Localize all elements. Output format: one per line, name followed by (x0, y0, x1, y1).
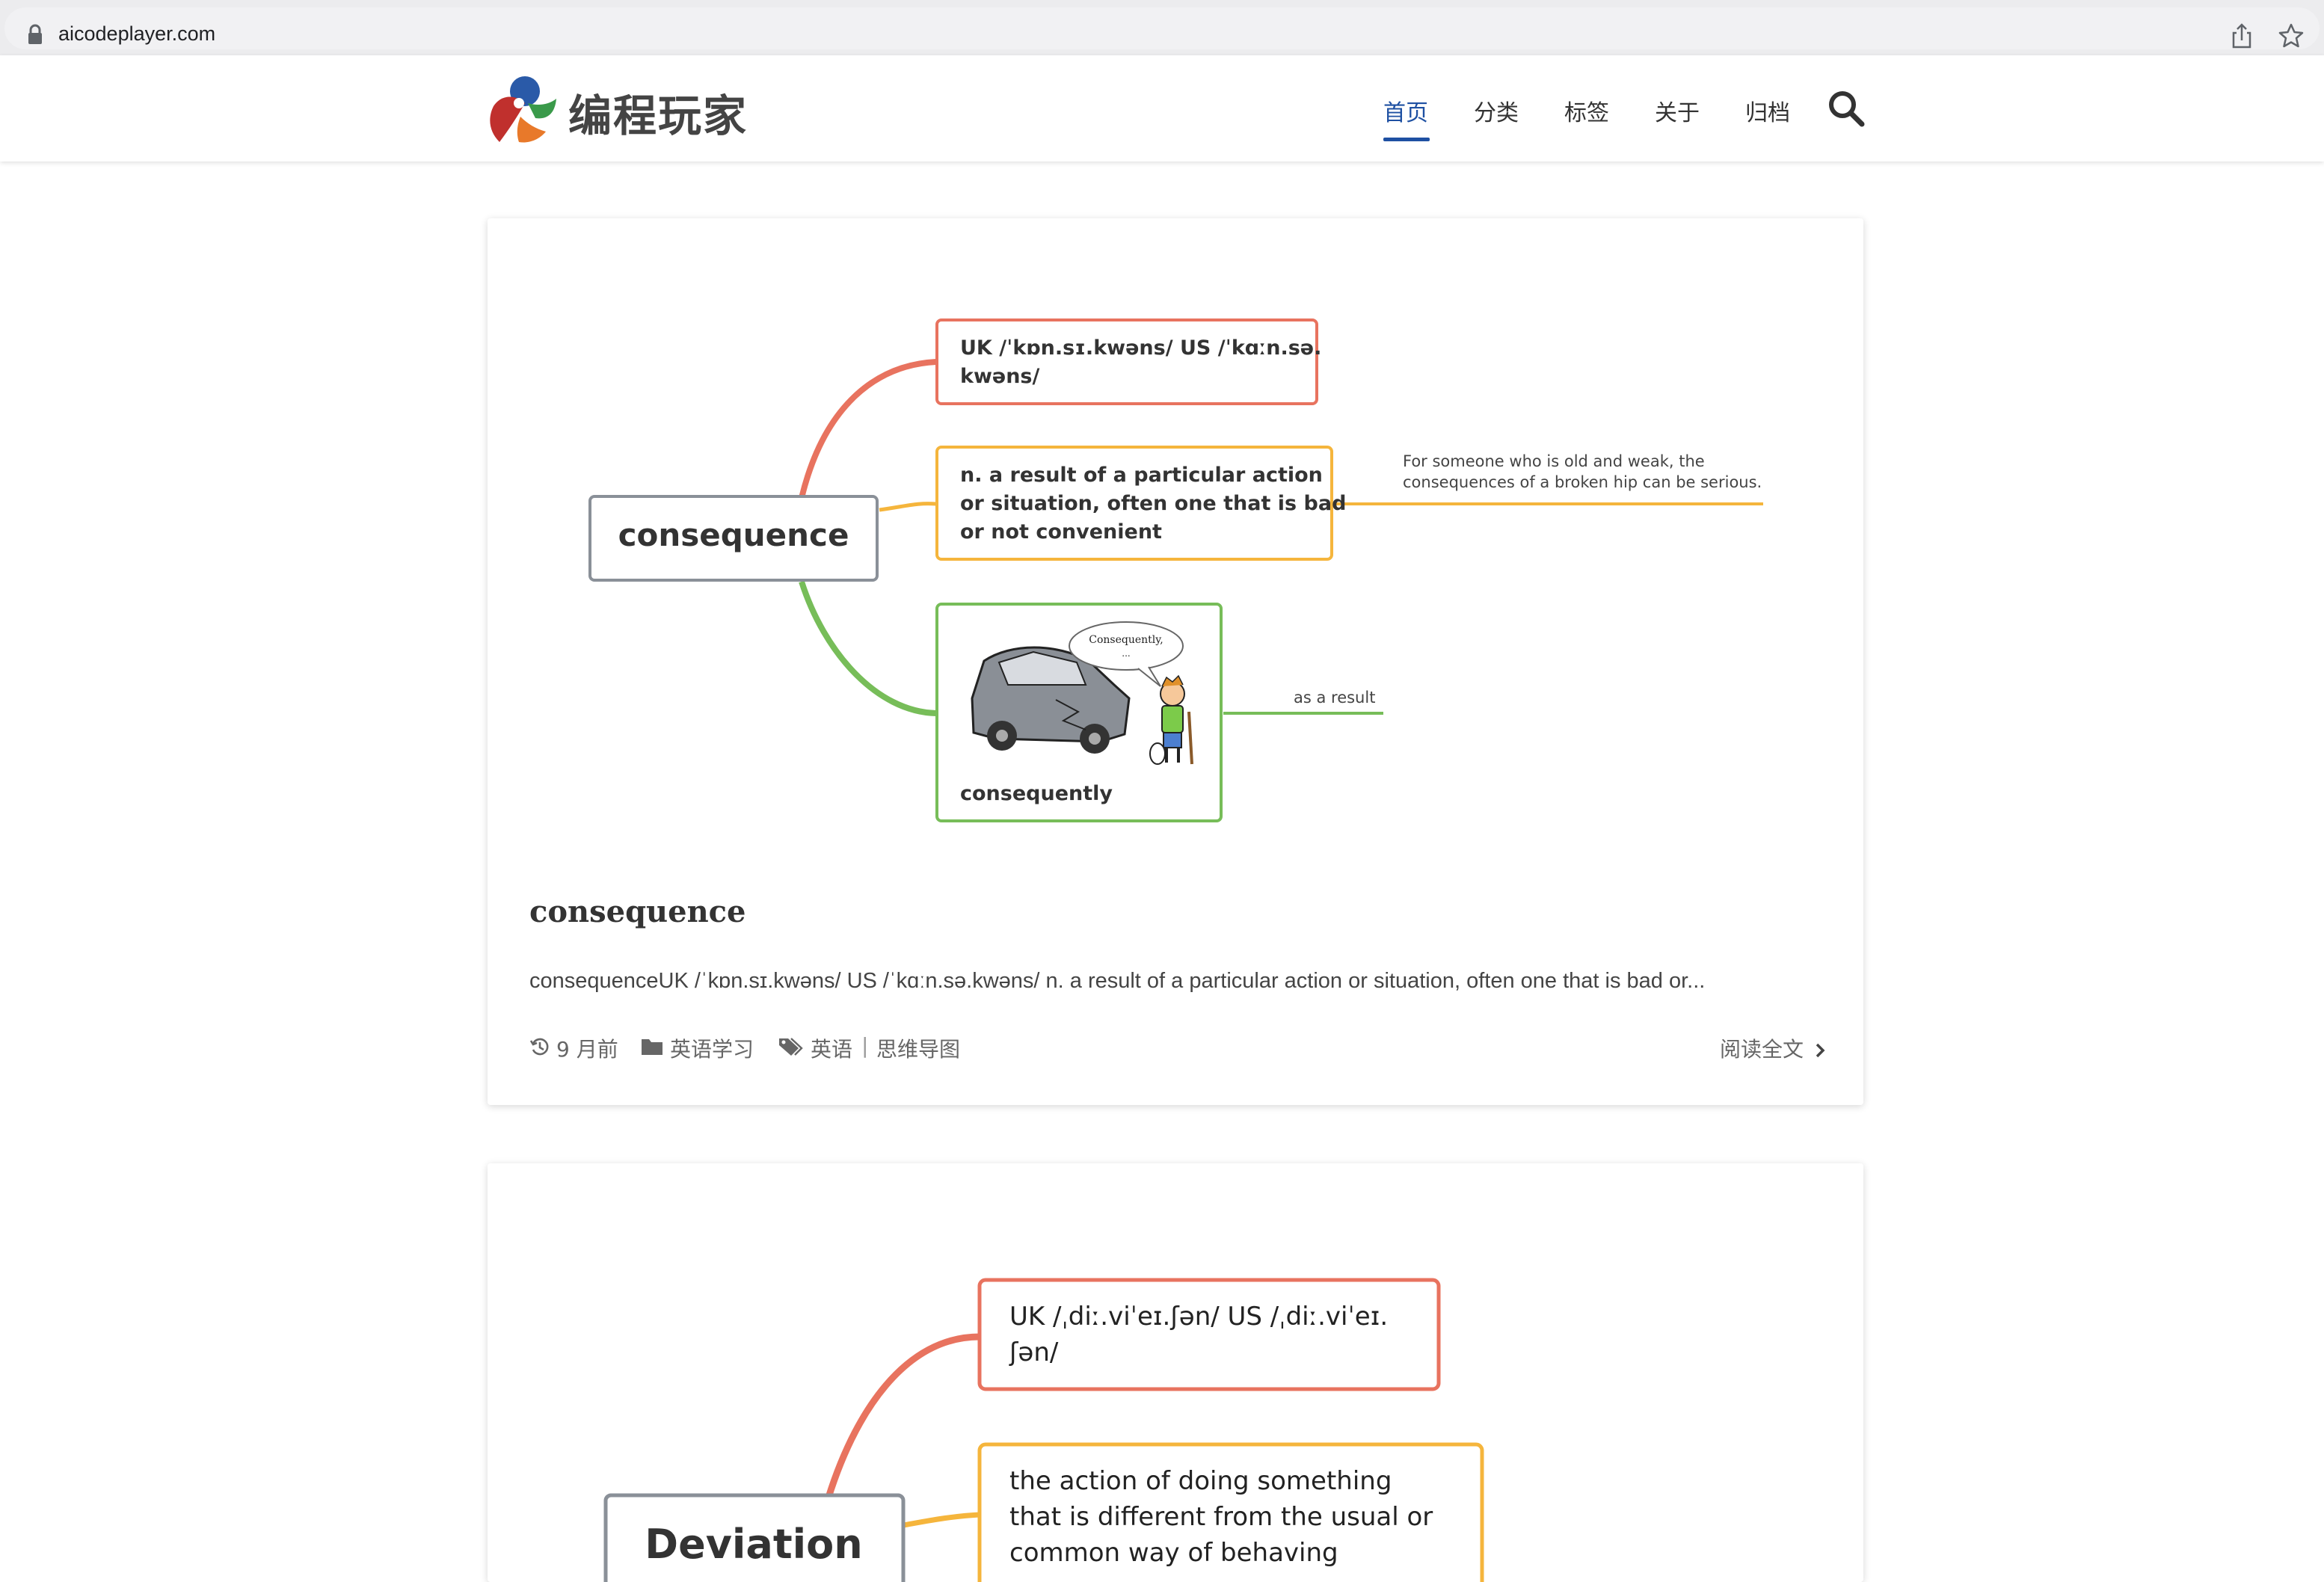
speech-bubble-dots: ... (1122, 648, 1130, 659)
read-more-link[interactable]: 阅读全文 (1720, 1033, 1825, 1063)
nav-about[interactable]: 关于 (1655, 94, 1700, 127)
definition-line3: common way of behaving (1009, 1538, 1338, 1568)
branch-pronunciation (822, 1333, 980, 1509)
branch-pronunciation (799, 359, 937, 499)
definition-line2: or situation, often one that is bad (960, 492, 1346, 515)
tags-icon (779, 1038, 803, 1056)
post-tag-english[interactable]: 英语 (811, 1033, 852, 1063)
bookmark-star-icon[interactable] (2278, 22, 2305, 49)
post-excerpt: consequenceUK /ˈkɒn.sɪ.kwəns/ US /ˈkɑːn.… (529, 969, 1706, 993)
pronunciation-line2: ʃən/ (1009, 1338, 1059, 1367)
nav-tags[interactable]: 标签 (1564, 94, 1609, 127)
share-icon[interactable] (2230, 22, 2254, 49)
post-card: consequence UK /ˈkɒn.sɪ.kwəns/ US /ˈkɑːn… (488, 218, 1863, 1105)
folder-icon (642, 1039, 663, 1055)
search-icon[interactable] (1826, 88, 1866, 129)
mindmap-image[interactable]: Deviation UK /ˌdiː.viˈeɪ.ʃən/ US /ˌdiː.v… (488, 1163, 1863, 1582)
browser-toolbar: aicodeplayer.com (0, 0, 2324, 55)
post-time: 9 月前 (556, 1037, 618, 1062)
example-line2: consequences of a broken hip can be seri… (1403, 473, 1762, 491)
site-name[interactable]: 编程玩家 (568, 81, 748, 144)
pronunciation-line1: UK /ˌdiː.viˈeɪ.ʃən/ US /ˌdiː.viˈeɪ. (1009, 1302, 1388, 1332)
pronunciation-node (977, 1278, 1441, 1391)
branch-definition (903, 1512, 980, 1528)
pronunciation-node (935, 318, 1318, 405)
mindmap-image[interactable]: consequence UK /ˈkɒn.sɪ.kwəns/ US /ˈkɑːn… (488, 218, 1863, 876)
nav-active-indicator (1383, 138, 1430, 141)
pronunciation-line1: UK /ˈkɒn.sɪ.kwəns/ US /ˈkɑːn.sə. (960, 336, 1321, 360)
url-text[interactable]: aicodeplayer.com (58, 22, 215, 46)
lock-icon (28, 24, 42, 44)
definition-line2: that is different from the usual or (1009, 1502, 1433, 1532)
address-bar[interactable]: aicodeplayer.com (4, 7, 2320, 49)
post-category[interactable]: 英语学习 (670, 1033, 754, 1063)
nav-home[interactable]: 首页 (1383, 94, 1428, 127)
nav-archive[interactable]: 归档 (1745, 94, 1790, 127)
tag-separator: | (861, 1033, 869, 1058)
post-tag-mindmap[interactable]: 思维导图 (876, 1033, 960, 1063)
definition-line1: the action of doing something (1009, 1466, 1392, 1496)
read-more-label: 阅读全文 (1720, 1037, 1804, 1062)
pronunciation-line2: kwəns/ (960, 365, 1040, 388)
central-word: consequence (618, 517, 849, 553)
branch-example (799, 580, 937, 716)
central-word: Deviation (645, 1521, 862, 1568)
image-caption: consequently (960, 782, 1113, 805)
chevron-right-icon (1816, 1043, 1825, 1058)
logo-icon[interactable] (486, 73, 558, 145)
post-card: Deviation UK /ˌdiː.viˈeɪ.ʃən/ US /ˌdiː.v… (488, 1163, 1863, 1582)
nav-categories[interactable]: 分类 (1474, 94, 1519, 127)
branch-note-text: as a result (1294, 689, 1375, 707)
post-title[interactable]: consequence (529, 894, 746, 929)
history-icon (529, 1038, 549, 1056)
branch-definition (879, 502, 937, 512)
example-line1: For someone who is old and weak, the (1403, 452, 1705, 470)
definition-line3: or not convenient (960, 520, 1162, 544)
definition-line1: n. a result of a particular action (960, 464, 1323, 487)
site-header: 编程玩家 首页 分类 标签 关于 归档 (0, 55, 2324, 161)
speech-bubble-text: Consequently, (1089, 634, 1163, 646)
